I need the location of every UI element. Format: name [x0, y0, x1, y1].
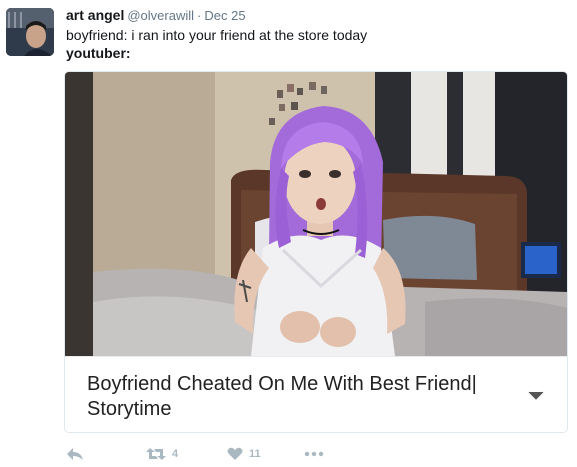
tweet-actions: 4 11: [0, 444, 577, 464]
tweet-text-line-2: youtuber:: [66, 45, 131, 61]
tweet-text-line-1: boyfriend: i ran into your friend at the…: [66, 27, 368, 43]
reply-icon: [67, 448, 83, 460]
like-button[interactable]: 11: [227, 444, 261, 464]
video-title[interactable]: Boyfriend Cheated On Me With Best Friend…: [87, 372, 517, 422]
reply-button[interactable]: [66, 444, 84, 464]
avatar[interactable]: [6, 8, 54, 56]
retweet-button[interactable]: 4: [146, 444, 178, 464]
author-handle[interactable]: @olverawill: [127, 8, 194, 23]
retweet-icon: [146, 448, 166, 460]
tweet-header: art angel @olverawill · Dec 25: [66, 6, 246, 25]
media-card[interactable]: Boyfriend Cheated On Me With Best Friend…: [64, 71, 568, 433]
more-button[interactable]: [304, 444, 324, 464]
video-frame-image: [65, 72, 567, 356]
video-caption-area[interactable]: Boyfriend Cheated On Me With Best Friend…: [65, 356, 567, 432]
tweet: art angel @olverawill · Dec 25 boyfriend: i…: [0, 0, 577, 467]
heart-icon: [227, 447, 243, 460]
like-count: 11: [249, 448, 261, 460]
tweet-date[interactable]: Dec 25: [204, 8, 245, 23]
separator: ·: [197, 8, 202, 23]
author-name[interactable]: art angel: [66, 7, 124, 23]
avatar-image: [6, 8, 54, 56]
video-thumbnail[interactable]: [65, 72, 567, 356]
chevron-down-icon[interactable]: [528, 391, 544, 401]
more-dots-icon: [304, 451, 324, 457]
retweet-count: 4: [172, 448, 179, 460]
